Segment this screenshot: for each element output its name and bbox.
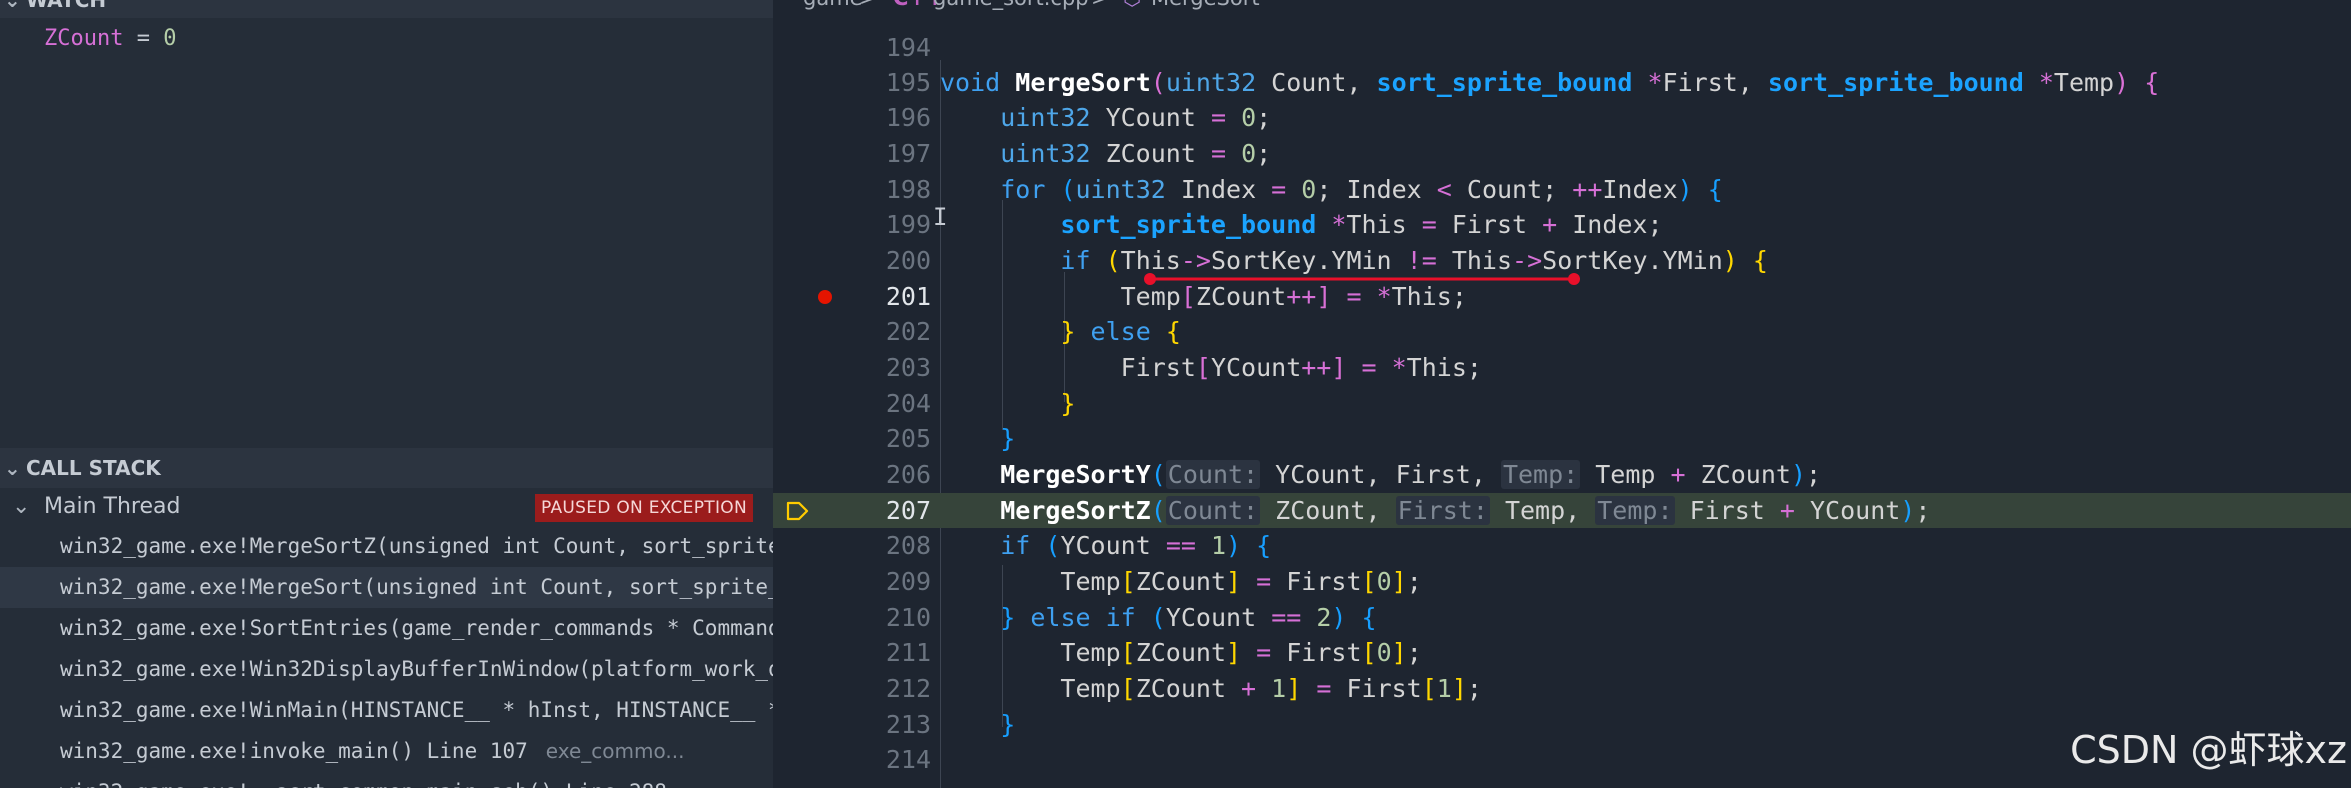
callstack-section-header[interactable]: ⌄ CALL STACK	[0, 448, 773, 488]
exception-status-badge: PAUSED ON EXCEPTION	[535, 494, 753, 522]
execution-pointer-icon	[786, 501, 809, 521]
stack-frame-text: win32_game.exe!invoke_main() Line 107	[60, 739, 528, 763]
breadcrumb: game > C++ game_sort.cpp > ⬡ MergeSort	[773, 0, 2351, 16]
breadcrumb-separator: >	[1091, 0, 1109, 10]
method-cube-icon: ⬡	[1123, 0, 1141, 10]
watch-header-label: WATCH	[26, 0, 107, 12]
watch-section-header[interactable]: ⌄ WATCH	[0, 0, 773, 18]
code-line[interactable]: 198 for (uint32 Index = 0; Index < Count…	[773, 172, 2351, 207]
chevron-down-icon: ⌄	[12, 494, 31, 519]
thread-name: Main Thread	[44, 494, 181, 519]
code-line[interactable]: 208 if (YCount == 1) {	[773, 528, 2351, 563]
stack-frame-selected[interactable]: win32_game.exe!MergeSort(unsigned int Co…	[0, 567, 773, 608]
breakpoint-dot-icon[interactable]	[818, 290, 832, 304]
code-line[interactable]: 197 uint32 ZCount = 0;	[773, 136, 2351, 171]
chevron-down-icon: ⌄	[4, 0, 21, 12]
watch-item-equals: =	[123, 26, 164, 51]
code-line[interactable]: 210 } else if (YCount == 2) {	[773, 600, 2351, 635]
stack-frame-text: win32_game.exe!WinMain(HINSTANCE__ * hIn…	[60, 698, 773, 722]
stack-frame[interactable]: win32_game.exe!Win32DisplayBufferInWindo…	[0, 649, 773, 690]
code-line[interactable]: 205 }	[773, 421, 2351, 456]
current-execution-line[interactable]: 207 MergeSortZ(Count: ZCount, First: Tem…	[773, 493, 2351, 528]
code-line[interactable]: 204 }	[773, 386, 2351, 421]
breadcrumb-folder[interactable]: game	[803, 0, 863, 10]
watch-item-name: ZCount	[44, 26, 124, 51]
code-line[interactable]: 212 Temp[ZCount + 1] = First[1];	[773, 671, 2351, 706]
breadcrumb-file[interactable]: game_sort.cpp	[933, 0, 1089, 10]
watch-item-value: 0	[163, 26, 177, 51]
thread-row[interactable]: ⌄ Main Thread PAUSED ON EXCEPTION	[0, 489, 773, 525]
code-line[interactable]: 196 uint32 YCount = 0;	[773, 100, 2351, 135]
code-line[interactable]: 203 First[YCount++] = *This;	[773, 350, 2351, 385]
stack-frame[interactable]: win32_game.exe!__scrt_common_main_seh() …	[0, 772, 773, 788]
code-line[interactable]: 211 Temp[ZCount] = First[0];	[773, 635, 2351, 670]
stack-frame-text: win32_game.exe!SortEntries(game_render_c…	[60, 616, 773, 640]
stack-frame[interactable]: win32_game.exe!SortEntries(game_render_c…	[0, 608, 773, 649]
code-line[interactable]: 206 MergeSortY(Count: YCount, First, Tem…	[773, 457, 2351, 492]
code-line[interactable]: 199 sort_sprite_bound *This = First + In…	[773, 207, 2351, 242]
code-line[interactable]: 194	[773, 30, 2351, 65]
debug-sidebar: ⌄ WATCH ZCount = 0 ⌄ CALL STACK ⌄ Main Thr…	[0, 0, 773, 788]
stack-frames-list: win32_game.exe!MergeSortZ(unsigned int C…	[0, 526, 773, 788]
stack-frame[interactable]: win32_game.exe!WinMain(HINSTANCE__ * hIn…	[0, 690, 773, 731]
stack-frame[interactable]: win32_game.exe!invoke_main() Line 107 exe…	[0, 731, 773, 772]
stack-frame-text: win32_game.exe!MergeSortZ(unsigned int C…	[60, 534, 773, 558]
text-cursor-icon: 𝙸	[933, 203, 948, 231]
annotation-underline	[1144, 273, 1580, 285]
chevron-down-icon: ⌄	[4, 456, 21, 480]
stack-frame[interactable]: win32_game.exe!MergeSortZ(unsigned int C…	[0, 526, 773, 567]
stack-frame-text: win32_game.exe!MergeSort(unsigned int Co…	[60, 575, 773, 599]
breadcrumb-separator: >	[859, 0, 877, 10]
code-line[interactable]: 202 } else {	[773, 314, 2351, 349]
callstack-header-label: CALL STACK	[26, 456, 161, 480]
stack-frame-text: win32_game.exe!__scrt_common_main_seh() …	[60, 780, 667, 788]
code-line[interactable]: 195 void MergeSort(uint32 Count, sort_spr…	[773, 65, 2351, 100]
stack-frame-source: exe_commo...	[545, 739, 685, 763]
breadcrumb-symbol[interactable]: MergeSort	[1151, 0, 1260, 10]
watermark: CSDN @虾球xz	[2070, 728, 2347, 772]
watch-item[interactable]: ZCount = 0	[44, 26, 176, 51]
stack-frame-text: win32_game.exe!Win32DisplayBufferInWindo…	[60, 657, 773, 681]
code-editor[interactable]: game > C++ game_sort.cpp > ⬡ MergeSort 1…	[773, 0, 2351, 788]
code-line[interactable]: 209 Temp[ZCount] = First[0];	[773, 564, 2351, 599]
